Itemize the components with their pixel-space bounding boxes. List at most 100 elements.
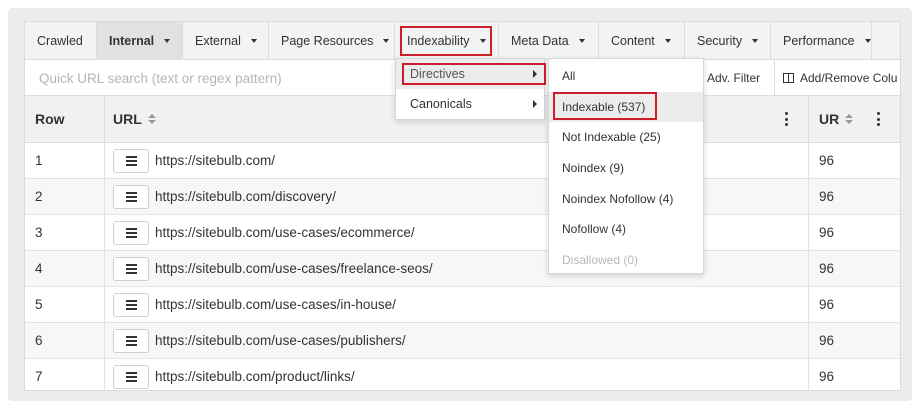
tab-label: Indexability bbox=[407, 33, 470, 48]
ur-value: 96 bbox=[808, 179, 900, 214]
row-number: 2 bbox=[35, 189, 43, 204]
add-remove-columns-button[interactable]: Add/Remove Colu bbox=[783, 60, 897, 96]
url-link[interactable]: https://sitebulb.com/discovery/ bbox=[155, 189, 336, 204]
tab-label: Security bbox=[697, 33, 743, 48]
caret-down-icon bbox=[479, 38, 486, 43]
menu-item-label: All bbox=[562, 69, 576, 83]
menu-item-label: Noindex Nofollow (4) bbox=[562, 192, 674, 206]
row-menu-button[interactable] bbox=[113, 220, 149, 245]
row-menu-button[interactable] bbox=[113, 292, 149, 317]
column-header-ur[interactable]: UR bbox=[808, 96, 900, 142]
table-row: 6 https://sitebulb.com/use-cases/publish… bbox=[25, 323, 900, 359]
tab-label: Meta Data bbox=[511, 33, 569, 48]
row-number: 4 bbox=[35, 261, 43, 276]
add-remove-columns-label: Add/Remove Colu bbox=[800, 71, 898, 85]
url-cell: https://sitebulb.com/use-cases/publisher… bbox=[104, 323, 809, 358]
ur-value: 96 bbox=[808, 323, 900, 358]
caret-down-icon bbox=[864, 38, 871, 43]
ur-value: 96 bbox=[808, 287, 900, 322]
row-menu-button[interactable] bbox=[113, 328, 149, 353]
row-number: 6 bbox=[35, 333, 43, 348]
tab-external[interactable]: External bbox=[183, 22, 269, 59]
column-header-label: URL bbox=[113, 111, 142, 127]
caret-down-icon bbox=[164, 38, 171, 43]
caret-down-icon bbox=[752, 38, 759, 43]
row-number: 3 bbox=[35, 225, 43, 240]
tab-label: Internal bbox=[109, 33, 155, 48]
menu-item-noindex-nofollow[interactable]: Noindex Nofollow (4) bbox=[549, 184, 703, 214]
url-cell: https://sitebulb.com/use-cases/in-house/ bbox=[104, 287, 809, 322]
menu-item-not-indexable[interactable]: Not Indexable (25) bbox=[549, 122, 703, 152]
table-row: 2 https://sitebulb.com/discovery/ 96 bbox=[25, 179, 900, 215]
row-menu-button[interactable] bbox=[113, 256, 149, 281]
url-link[interactable]: https://sitebulb.com/use-cases/publisher… bbox=[155, 333, 406, 348]
row-menu-button[interactable] bbox=[113, 148, 149, 173]
url-link[interactable]: https://sitebulb.com/ bbox=[155, 153, 275, 168]
column-header-row: Row bbox=[35, 96, 65, 142]
sort-icon[interactable] bbox=[845, 114, 854, 124]
caret-down-icon bbox=[383, 38, 390, 43]
table-row: 5 https://sitebulb.com/use-cases/in-hous… bbox=[25, 287, 900, 323]
tab-content[interactable]: Content bbox=[599, 22, 685, 59]
column-header-label: UR bbox=[819, 111, 840, 127]
adv-filter-label: Adv. Filter bbox=[707, 71, 761, 85]
row-number: 1 bbox=[35, 153, 43, 168]
tab-page-resources[interactable]: Page Resources bbox=[269, 22, 395, 59]
menu-item-label: Nofollow (4) bbox=[562, 222, 627, 236]
url-column-menu-icon[interactable] bbox=[784, 112, 788, 126]
tab-crawled[interactable]: Crawled bbox=[25, 22, 97, 59]
table-row: 3 https://sitebulb.com/use-cases/ecommer… bbox=[25, 215, 900, 251]
report-nav-bar: Crawled Internal External Page Resources… bbox=[25, 22, 900, 60]
tab-label: External bbox=[195, 33, 241, 48]
url-link[interactable]: https://sitebulb.com/use-cases/freelance… bbox=[155, 261, 433, 276]
tab-meta-data[interactable]: Meta Data bbox=[499, 22, 599, 59]
row-number: 7 bbox=[35, 369, 43, 384]
tab-label: Page Resources bbox=[281, 33, 374, 48]
tab-label: Performance bbox=[783, 33, 855, 48]
tab-indexability[interactable]: Indexability bbox=[395, 22, 499, 59]
indexability-dropdown: Directives Canonicals bbox=[395, 58, 545, 120]
caret-down-icon bbox=[250, 38, 257, 43]
sort-icon[interactable] bbox=[147, 114, 156, 124]
menu-item-nofollow[interactable]: Nofollow (4) bbox=[549, 214, 703, 244]
ur-value: 96 bbox=[808, 359, 900, 390]
ur-value: 96 bbox=[808, 143, 900, 178]
menu-item-label: Disallowed (0) bbox=[562, 253, 639, 267]
tab-security[interactable]: Security bbox=[685, 22, 771, 59]
menu-item-directives[interactable]: Directives bbox=[396, 59, 544, 89]
tab-label: Crawled bbox=[37, 33, 83, 48]
url-link[interactable]: https://sitebulb.com/product/links/ bbox=[155, 369, 355, 384]
tab-label: Content bbox=[611, 33, 655, 48]
menu-item-label: Not Indexable (25) bbox=[562, 130, 661, 144]
url-cell: https://sitebulb.com/product/links/ bbox=[104, 359, 809, 390]
menu-item-label: Noindex (9) bbox=[562, 161, 625, 175]
caret-down-icon bbox=[578, 38, 585, 43]
table-row: 1 https://sitebulb.com/ 96 bbox=[25, 143, 900, 179]
menu-item-indexable[interactable]: Indexable (537) bbox=[549, 92, 703, 122]
menu-item-canonicals[interactable]: Canonicals bbox=[396, 89, 544, 119]
menu-item-noindex[interactable]: Noindex (9) bbox=[549, 153, 703, 183]
menu-item-label: Indexable (537) bbox=[562, 100, 646, 114]
caret-right-icon bbox=[533, 100, 537, 108]
ur-column-menu-icon[interactable] bbox=[876, 112, 880, 126]
columns-icon bbox=[783, 73, 794, 83]
menu-item-label: Canonicals bbox=[410, 97, 472, 111]
ur-value: 96 bbox=[808, 215, 900, 250]
caret-down-icon bbox=[664, 38, 671, 43]
column-header-label: Row bbox=[35, 111, 65, 127]
url-link[interactable]: https://sitebulb.com/use-cases/ecommerce… bbox=[155, 225, 415, 240]
directives-submenu: All Indexable (537) Not Indexable (25) N… bbox=[548, 58, 704, 274]
row-number: 5 bbox=[35, 297, 43, 312]
tab-performance[interactable]: Performance bbox=[771, 22, 872, 59]
menu-item-all[interactable]: All bbox=[549, 61, 703, 91]
menu-item-label: Directives bbox=[410, 67, 465, 81]
menu-item-disallowed: Disallowed (0) bbox=[549, 245, 703, 275]
tab-internal[interactable]: Internal bbox=[97, 22, 183, 59]
row-menu-button[interactable] bbox=[113, 184, 149, 209]
adv-filter-button[interactable]: Adv. Filter bbox=[699, 60, 775, 96]
table-row: 7 https://sitebulb.com/product/links/ 96 bbox=[25, 359, 900, 390]
url-search-input[interactable] bbox=[31, 64, 431, 92]
row-menu-button[interactable] bbox=[113, 364, 149, 389]
url-link[interactable]: https://sitebulb.com/use-cases/in-house/ bbox=[155, 297, 396, 312]
table-row: 4 https://sitebulb.com/use-cases/freelan… bbox=[25, 251, 900, 287]
